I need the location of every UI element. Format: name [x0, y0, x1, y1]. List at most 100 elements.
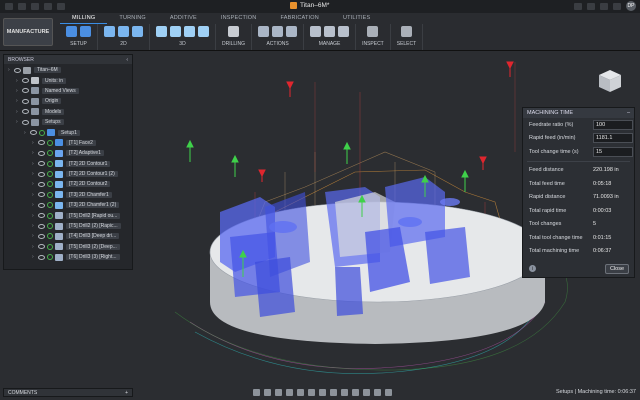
visibility-eye-icon[interactable]: [38, 181, 45, 187]
save-icon[interactable]: [31, 3, 39, 10]
post-library-icon[interactable]: [338, 26, 350, 37]
group-label[interactable]: SELECT: [397, 41, 416, 47]
globe-icon[interactable]: [587, 2, 595, 10]
tree-item[interactable]: › [T2] 2D Contour1: [4, 159, 132, 169]
tree-item[interactable]: › Models: [4, 107, 132, 117]
undo-icon[interactable]: [44, 3, 52, 10]
tree-item[interactable]: › [T3] 2D Chamfer1 (2): [4, 200, 132, 210]
avatar[interactable]: DP: [626, 1, 636, 11]
tree-item[interactable]: › [T3] 2D Chamfer1: [4, 190, 132, 200]
visibility-eye-icon[interactable]: [38, 150, 45, 156]
group-label[interactable]: SETUP: [70, 41, 87, 47]
tree-item[interactable]: › Titan–6M: [4, 65, 132, 75]
3d-parallel-icon[interactable]: [184, 26, 195, 37]
setup-sheet-icon[interactable]: [286, 26, 298, 37]
visibility-eye-icon[interactable]: [38, 254, 45, 260]
pan-icon[interactable]: [274, 389, 282, 396]
zoom-icon[interactable]: [285, 389, 293, 396]
minimize-icon[interactable]: –: [627, 110, 630, 116]
simulation-icon[interactable]: [384, 389, 392, 396]
grid-icon[interactable]: [318, 389, 326, 396]
visibility-eye-icon[interactable]: [38, 171, 45, 177]
notifications-icon[interactable]: [600, 2, 608, 10]
group-label[interactable]: MANAGE: [319, 41, 341, 47]
visibility-eye-icon[interactable]: [22, 109, 29, 115]
orbit-icon[interactable]: [252, 389, 260, 396]
visibility-eye-icon[interactable]: [38, 223, 45, 229]
visibility-eye-icon[interactable]: [22, 98, 29, 104]
template-library-icon[interactable]: [324, 26, 336, 37]
add-comment-icon[interactable]: +: [125, 390, 128, 396]
group-label[interactable]: DRILLING: [222, 41, 245, 47]
document-tab[interactable]: Titan–6M*: [290, 2, 329, 9]
viewports-icon[interactable]: [329, 389, 337, 396]
post-process-icon[interactable]: [272, 26, 284, 37]
tree-item[interactable]: › [T5] Drill2 (2) [Rapic...: [4, 221, 132, 231]
tab-fabrication[interactable]: FABRICATION: [268, 13, 330, 24]
select-arrow-icon[interactable]: [400, 26, 412, 37]
help-icon[interactable]: [613, 2, 621, 10]
group-label[interactable]: 3D: [179, 41, 185, 47]
tree-item[interactable]: › [T6] Drill3 (3) [Right...: [4, 252, 132, 262]
tree-item[interactable]: › [T2] Adaptive1: [4, 148, 132, 158]
stock-icon[interactable]: [351, 389, 359, 396]
tool-display-icon[interactable]: [373, 389, 381, 396]
setup-sheet-icon[interactable]: [80, 26, 91, 37]
visibility-eye-icon[interactable]: [38, 161, 45, 167]
fit-icon[interactable]: [296, 389, 304, 396]
tab-utilities[interactable]: UTILITIES: [331, 13, 382, 24]
visibility-eye-icon[interactable]: [30, 130, 37, 136]
visibility-eye-icon[interactable]: [22, 78, 29, 84]
file-menu-icon[interactable]: [18, 3, 26, 10]
visibility-eye-icon[interactable]: [38, 244, 45, 250]
2d-contour-icon[interactable]: [132, 26, 143, 37]
tree-item[interactable]: › Origin: [4, 96, 132, 106]
visibility-eye-icon[interactable]: [38, 202, 45, 208]
toolpath-display-icon[interactable]: [362, 389, 370, 396]
comments-panel[interactable]: COMMENTS +: [3, 388, 133, 397]
tree-item[interactable]: › [T2] 2D Contour1 (2): [4, 169, 132, 179]
input-field[interactable]: 100: [593, 119, 633, 130]
visibility-eye-icon[interactable]: [14, 67, 21, 73]
collapse-icon[interactable]: ‹: [126, 57, 128, 63]
tool-library-icon[interactable]: [310, 26, 322, 37]
group-label[interactable]: ACTIONS: [266, 41, 288, 47]
drill-icon[interactable]: [228, 26, 240, 37]
visibility-eye-icon[interactable]: [38, 140, 45, 146]
2d-pocket-icon[interactable]: [118, 26, 129, 37]
close-button[interactable]: Close: [605, 264, 629, 274]
tree-item[interactable]: › Named Views: [4, 86, 132, 96]
visibility-eye-icon[interactable]: [38, 192, 45, 198]
visibility-eye-icon[interactable]: [22, 119, 29, 125]
tab-turning[interactable]: TURNING: [107, 13, 157, 24]
tree-item[interactable]: › Units: in: [4, 75, 132, 85]
3d-adaptive-icon[interactable]: [156, 26, 167, 37]
view-cube[interactable]: [597, 68, 623, 94]
app-menu-icon[interactable]: [5, 3, 13, 10]
3d-scallop-icon[interactable]: [198, 26, 209, 37]
tree-item[interactable]: › [T2] 2D Contour2: [4, 179, 132, 189]
visibility-eye-icon[interactable]: [22, 88, 29, 94]
simulate-icon[interactable]: [258, 26, 270, 37]
setup-icon[interactable]: [66, 26, 77, 37]
2d-adaptive-icon[interactable]: [104, 26, 115, 37]
redo-icon[interactable]: [57, 3, 65, 10]
tree-item[interactable]: › [T5] Drill2 [Rapid ou...: [4, 210, 132, 220]
display-settings-icon[interactable]: [307, 389, 315, 396]
section-icon[interactable]: [340, 389, 348, 396]
tree-item[interactable]: › [T4] Drill3 [Deep dri...: [4, 231, 132, 241]
measure-icon[interactable]: [367, 26, 379, 37]
3d-pocket-icon[interactable]: [170, 26, 181, 37]
look-at-icon[interactable]: [263, 389, 271, 396]
tree-item[interactable]: › Setup1: [4, 127, 132, 137]
info-icon[interactable]: i: [529, 265, 536, 272]
tab-milling[interactable]: MILLING: [60, 13, 108, 24]
tab-additive[interactable]: ADDITIVE: [158, 13, 209, 24]
workspace-switcher[interactable]: MANUFACTURE: [3, 18, 53, 46]
tree-item[interactable]: › [T1] Face2: [4, 138, 132, 148]
visibility-eye-icon[interactable]: [38, 213, 45, 219]
group-label[interactable]: 2D: [120, 41, 126, 47]
tree-item[interactable]: › [T5] Drill3 (2) [Deep...: [4, 242, 132, 252]
input-field[interactable]: 15: [593, 146, 633, 157]
visibility-eye-icon[interactable]: [38, 233, 45, 239]
